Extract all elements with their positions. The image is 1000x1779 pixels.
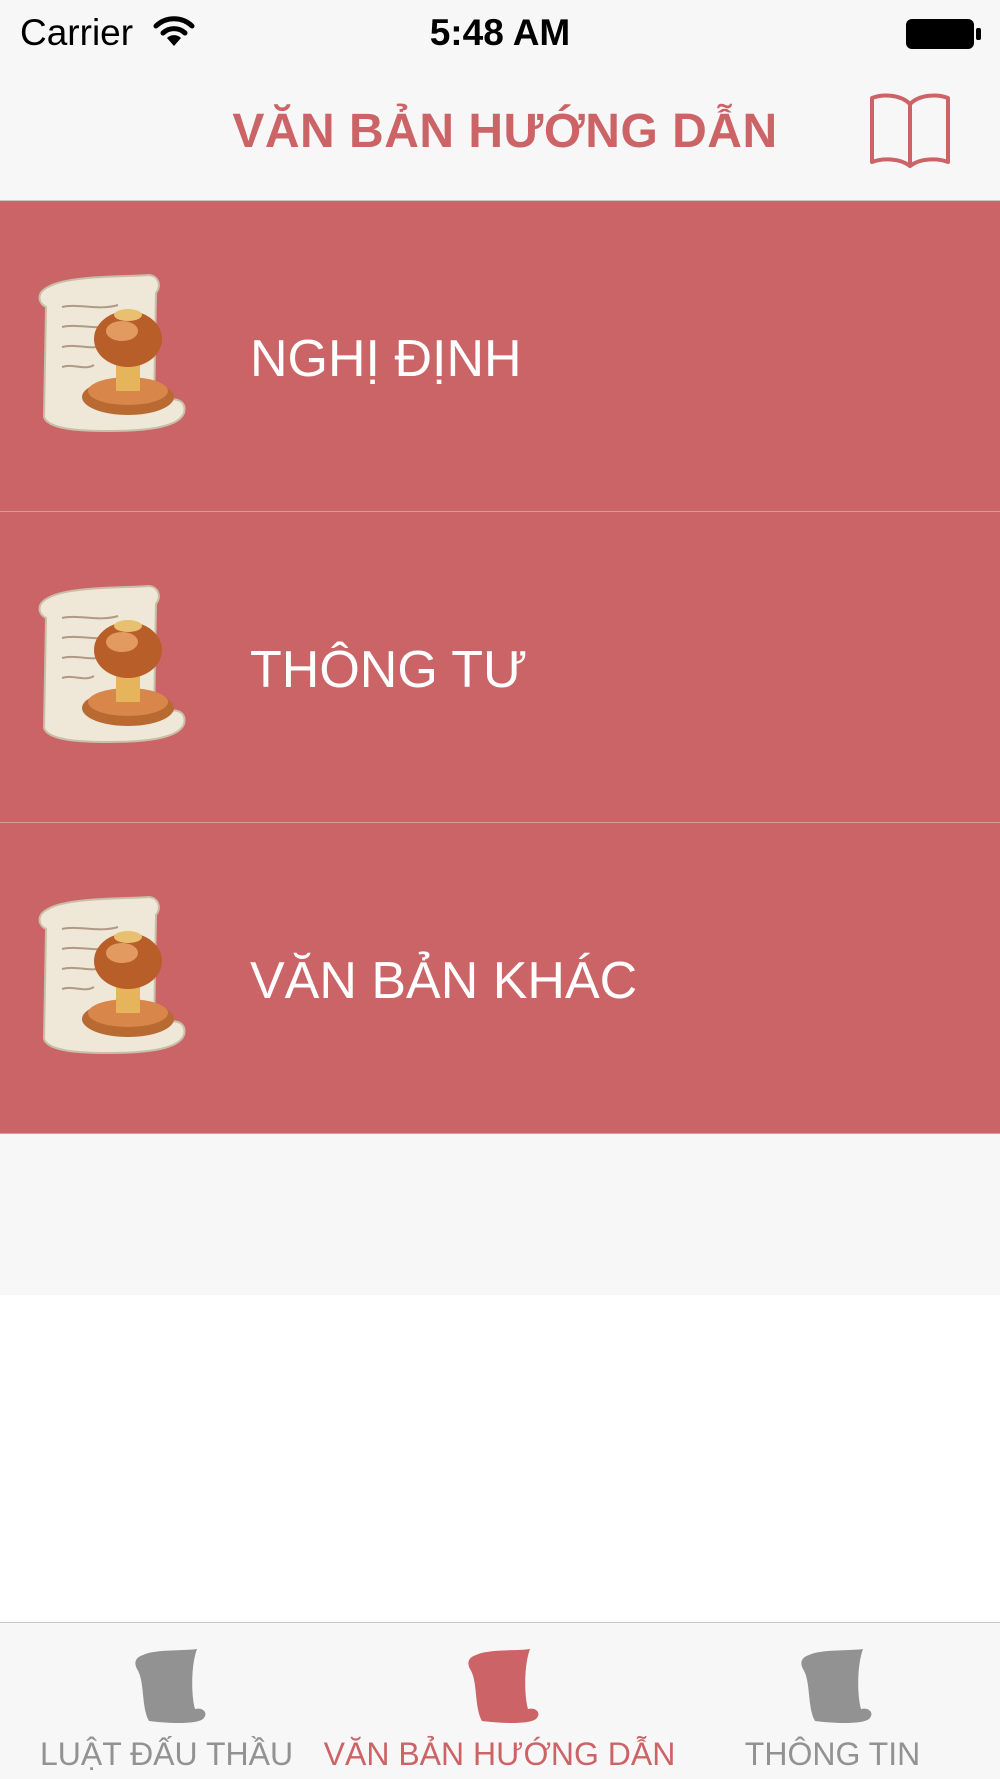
list-item-label: VĂN BẢN KHÁC xyxy=(250,952,638,1010)
tab-label: THÔNG TIN xyxy=(744,1736,921,1772)
scroll-icon xyxy=(800,1649,871,1723)
list-item-label: THÔNG TƯ xyxy=(250,641,528,699)
navigation-bar: VĂN BẢN HƯỚNG DẪN xyxy=(0,68,1000,201)
tab-label: LUẬT ĐẤU THẦU xyxy=(39,1736,294,1772)
tab-label: VĂN BẢN HƯỚNG DẪN xyxy=(323,1736,676,1772)
status-time: 5:48 AM xyxy=(429,12,571,53)
status-bar: Carrier 5:48 AM xyxy=(0,0,1000,68)
scroll-icon xyxy=(467,1649,538,1723)
scroll-icon xyxy=(134,1649,205,1723)
tab-thong-tin[interactable]: THÔNG TIN xyxy=(666,1623,999,1779)
list-item-thong-tu[interactable]: THÔNG TƯ xyxy=(0,512,1000,823)
scroll-stamp-icon xyxy=(38,273,186,433)
page-title: VĂN BẢN HƯỚNG DẪN xyxy=(232,105,778,158)
list-item-van-ban-khac[interactable]: VĂN BẢN KHÁC xyxy=(0,823,1000,1134)
list-item-nghi-dinh[interactable]: NGHỊ ĐỊNH xyxy=(0,201,1000,512)
tab-bar: LUẬT ĐẤU THẦU VĂN BẢN HƯỚNG DẪN THÔNG TI… xyxy=(0,1622,1000,1779)
document-list: NGHỊ ĐỊNH THÔNG TƯ VĂN BẢN KHÁC xyxy=(0,201,1000,1295)
scroll-stamp-icon xyxy=(38,584,186,744)
tab-van-ban-huong-dan[interactable]: VĂN BẢN HƯỚNG DẪN xyxy=(324,1623,675,1779)
scroll-stamp-icon xyxy=(38,895,186,1055)
battery-icon xyxy=(906,19,981,49)
book-icon[interactable] xyxy=(868,88,952,168)
tab-luat-dau-thau[interactable]: LUẬT ĐẤU THẦU xyxy=(0,1623,333,1779)
list-item-label: NGHỊ ĐỊNH xyxy=(250,330,522,388)
